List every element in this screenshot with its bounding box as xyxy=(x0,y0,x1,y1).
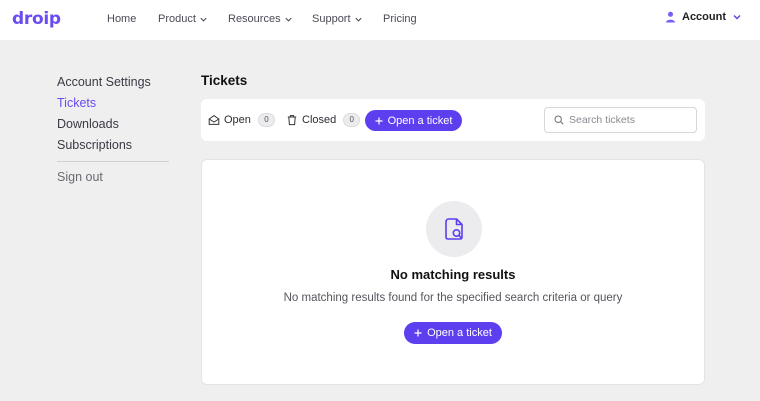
sidebar-divider xyxy=(57,161,169,162)
nav-home[interactable]: Home xyxy=(107,13,136,25)
brand-logo[interactable]: droip xyxy=(12,9,61,29)
plus-icon xyxy=(375,117,383,124)
nav-resources-label: Resources xyxy=(228,13,281,25)
chevron-down-icon xyxy=(284,17,292,22)
plus-icon xyxy=(414,329,422,337)
sidebar-item-tickets[interactable]: Tickets xyxy=(57,95,169,116)
open-ticket-button[interactable]: Open a ticket xyxy=(365,110,462,131)
sidebar-item-account-settings[interactable]: Account Settings xyxy=(57,74,169,95)
empty-state-icon-circle xyxy=(426,201,482,257)
nav-pricing-label: Pricing xyxy=(383,13,417,25)
sidebar-item-downloads[interactable]: Downloads xyxy=(57,116,169,137)
empty-state-description: No matching results found for the specif… xyxy=(283,292,623,304)
user-icon xyxy=(666,11,675,23)
nav-resources[interactable]: Resources xyxy=(228,13,293,25)
nav-pricing[interactable]: Pricing xyxy=(383,13,417,25)
search-icon xyxy=(554,115,564,125)
sidebar-item-subscriptions[interactable]: Subscriptions xyxy=(57,137,169,158)
account-menu[interactable]: Account xyxy=(665,11,742,23)
closed-count-badge: 0 xyxy=(343,113,361,127)
page-title: Tickets xyxy=(201,73,248,88)
top-navbar: droip Home Product Resources Support Pri… xyxy=(0,0,760,40)
filter-open-label: Open xyxy=(224,114,251,126)
envelope-open-icon xyxy=(208,114,220,125)
nav-product[interactable]: Product xyxy=(158,13,208,25)
trash-icon xyxy=(287,115,297,126)
open-count-badge: 0 xyxy=(257,113,275,127)
tickets-toolbar: Open 0 Closed 0 Open a ticket xyxy=(201,99,705,141)
filter-open-tab[interactable]: Open 0 xyxy=(208,113,275,127)
nav-product-label: Product xyxy=(158,13,196,25)
empty-state-title: No matching results xyxy=(390,267,516,282)
search-input[interactable] xyxy=(569,114,689,126)
open-ticket-button-label: Open a ticket xyxy=(387,114,453,127)
chevron-down-icon xyxy=(354,17,362,22)
filter-closed-tab[interactable]: Closed 0 xyxy=(286,113,361,127)
document-search-icon xyxy=(445,218,463,240)
empty-state-card: No matching results No matching results … xyxy=(201,159,705,385)
chevron-down-icon xyxy=(733,15,741,20)
empty-state-open-ticket-button[interactable]: Open a ticket xyxy=(404,322,502,344)
filter-closed-label: Closed xyxy=(302,114,337,126)
sign-out-link[interactable]: Sign out xyxy=(57,170,169,184)
nav-support-label: Support xyxy=(312,13,351,25)
chevron-down-icon xyxy=(200,17,207,22)
empty-state-button-label: Open a ticket xyxy=(427,327,492,339)
account-label: Account xyxy=(682,11,726,23)
nav-home-label: Home xyxy=(107,13,137,25)
nav-support[interactable]: Support xyxy=(312,13,363,25)
search-tickets-field[interactable] xyxy=(544,107,697,133)
account-sidebar: Account Settings Tickets Downloads Subsc… xyxy=(57,74,169,184)
